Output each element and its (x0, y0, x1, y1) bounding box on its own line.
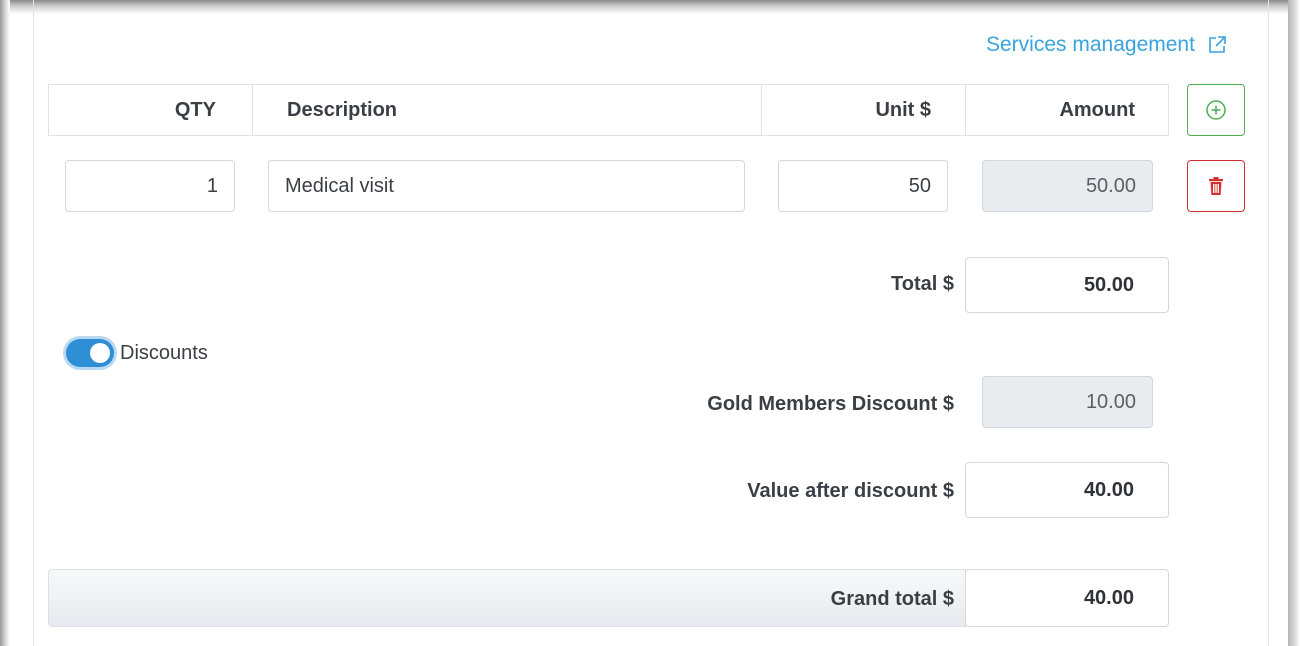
discounts-toggle[interactable] (66, 339, 114, 367)
total-value: 50.00 (965, 257, 1169, 313)
toggle-knob (90, 343, 110, 363)
discounts-toggle-group[interactable]: Discounts (66, 339, 208, 367)
column-header-description: Description (252, 84, 762, 136)
grand-total-value: 40.00 (965, 569, 1169, 627)
column-header-amount: Amount (965, 84, 1169, 136)
window-edge-left (0, 0, 10, 646)
column-header-unit-price: Unit $ (761, 84, 966, 136)
delete-row-button[interactable] (1187, 160, 1245, 212)
services-management-label: Services management (986, 33, 1195, 56)
services-management-link[interactable]: Services management (986, 33, 1227, 57)
gold-discount-value: 10.00 (982, 376, 1153, 428)
after-discount-value: 40.00 (965, 462, 1169, 518)
amount-field: 50.00 (982, 160, 1153, 212)
add-row-button[interactable] (1187, 84, 1245, 136)
column-header-qty: QTY (48, 84, 253, 136)
unit-price-input[interactable]: 50 (778, 160, 948, 212)
gold-discount-label: Gold Members Discount $ (707, 393, 954, 415)
plus-circle-icon (1206, 100, 1226, 120)
qty-input[interactable]: 1 (65, 160, 235, 212)
window-edge-top (0, 0, 1300, 14)
after-discount-label: Value after discount $ (747, 480, 954, 502)
card-border-left (33, 0, 34, 646)
billing-panel: Services management QTY Description Unit… (0, 0, 1300, 646)
description-input[interactable]: Medical visit (268, 160, 745, 212)
discounts-label: Discounts (120, 341, 208, 364)
total-label: Total $ (891, 273, 954, 295)
window-edge-right (1288, 0, 1300, 646)
grand-total-bar (48, 569, 966, 627)
grand-total-label: Grand total $ (830, 588, 954, 610)
external-link-icon (1209, 36, 1226, 53)
card-border-right (1268, 0, 1269, 646)
trash-icon (1209, 177, 1223, 195)
